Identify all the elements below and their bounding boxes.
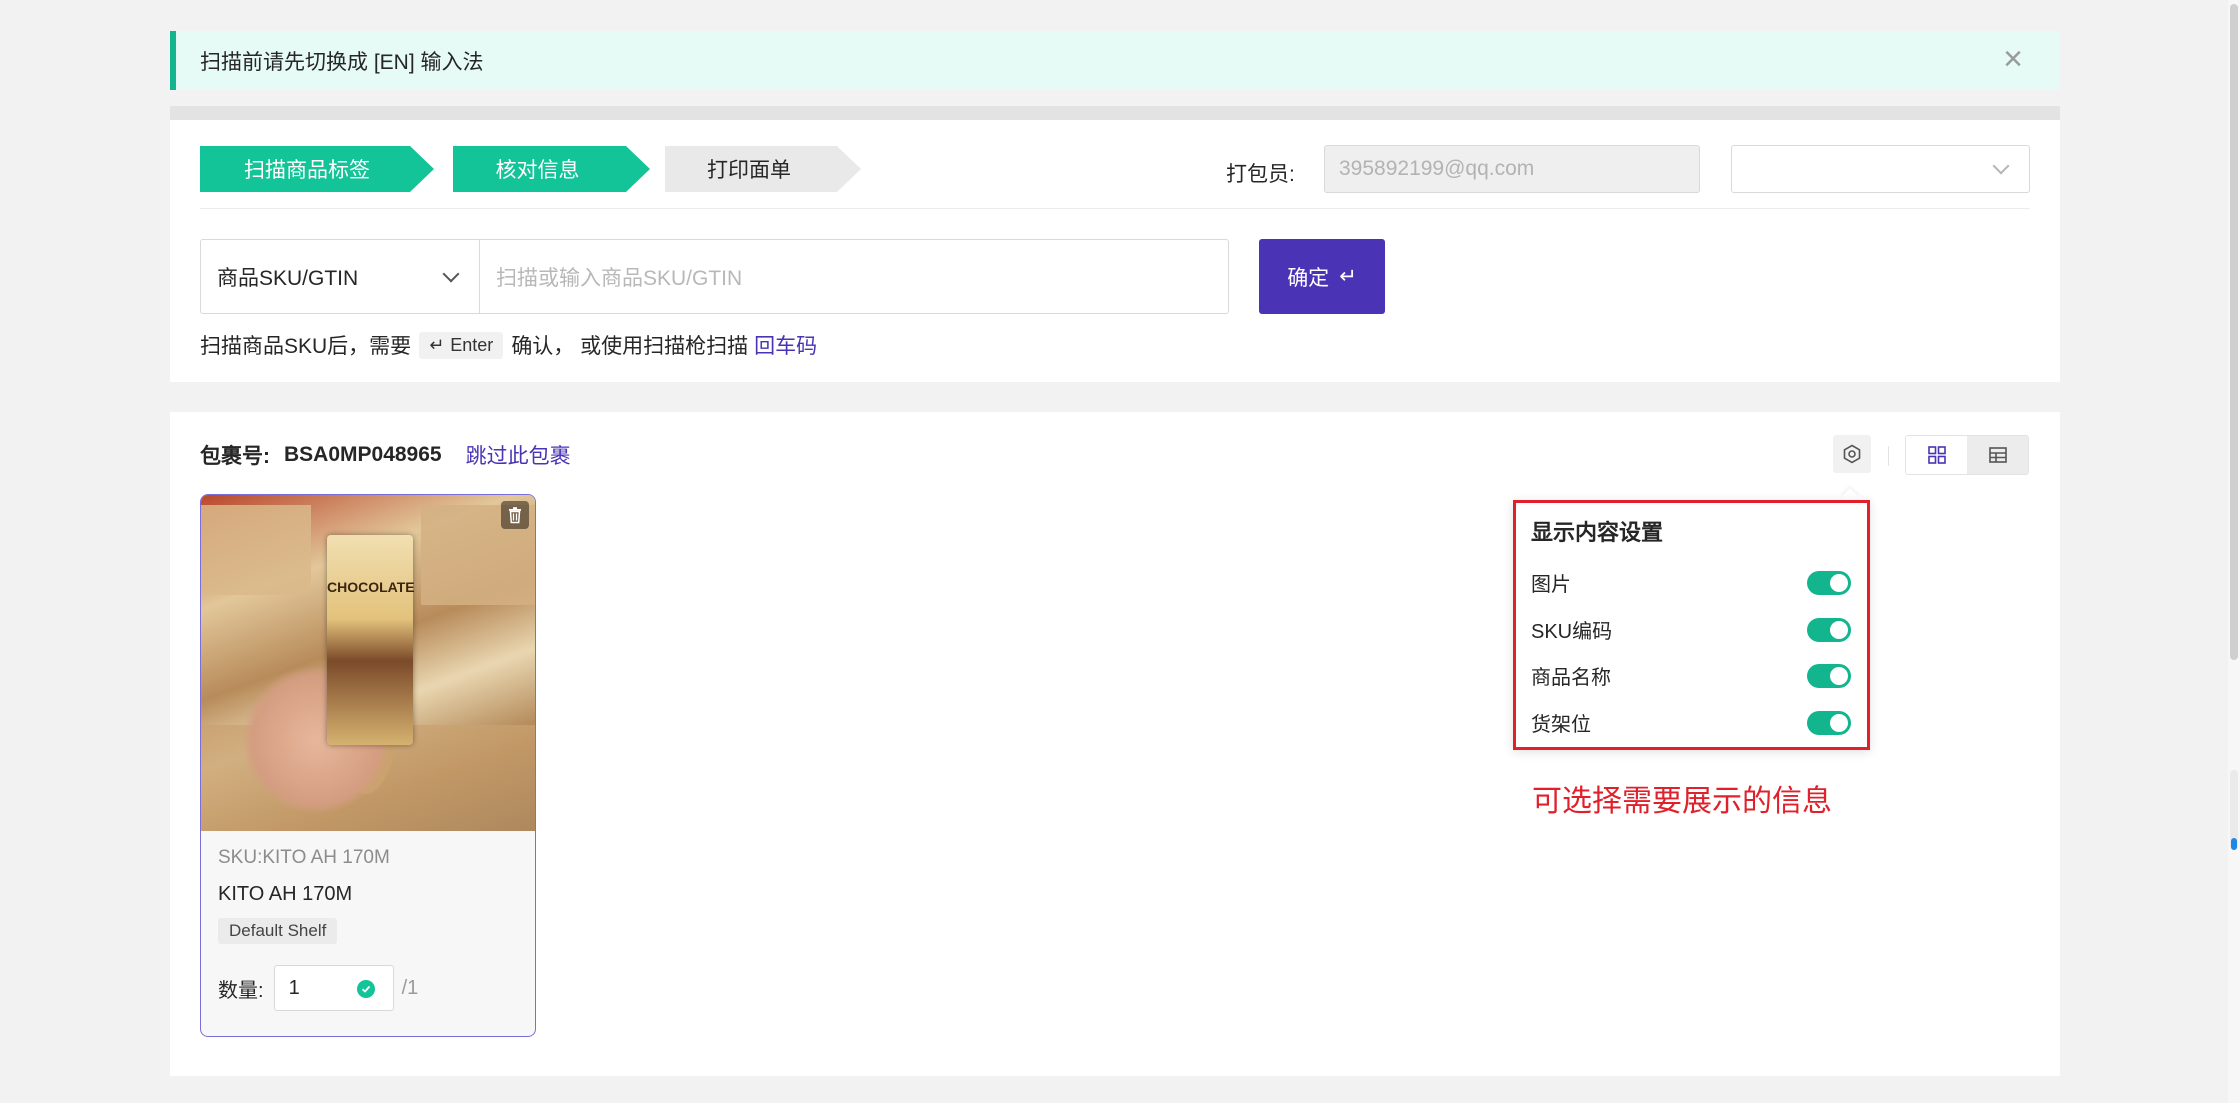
grid-icon — [1927, 446, 1946, 464]
annotation-text: 可选择需要展示的信息 — [1532, 785, 1832, 818]
confirm-button[interactable]: 确定 ↵ — [1259, 239, 1385, 314]
input-method-banner: 扫描前请先切换成 [EN] 输入法 × — [170, 31, 2060, 90]
scan-hint: 扫描商品SKU后，需要 ↵ Enter 确认， 或使用扫描枪扫描 回车码 — [200, 330, 817, 360]
quantity-row: 数量: 1 /1 — [218, 965, 418, 1011]
enter-icon: ↵ — [1339, 265, 1357, 288]
chevron-down-icon — [1992, 157, 2010, 175]
shelf-badge: Default Shelf — [218, 918, 338, 944]
divider-strip — [170, 106, 2060, 120]
chevron-down-icon — [442, 265, 460, 283]
grid-view-button[interactable] — [1906, 436, 1967, 474]
step-scan-label: 扫描商品标签 — [200, 146, 434, 192]
step-print-label: 打印面单 — [665, 146, 861, 192]
product-card[interactable]: CHOCOLATE SKU:KITO AH 170M KITO AH 170M — [200, 494, 536, 1037]
shelf-toggle[interactable] — [1807, 711, 1851, 735]
enter-key-badge: ↵ Enter — [419, 331, 504, 359]
option-image: 图片 — [1531, 567, 1851, 597]
divider — [1888, 446, 1889, 466]
packer-input[interactable]: 395892199@qq.com — [1324, 145, 1700, 193]
product-image-text: CHOCOLATE — [327, 579, 415, 595]
option-name: 商品名称 — [1531, 660, 1851, 690]
sku-input[interactable]: 扫描或输入商品SKU/GTIN — [479, 239, 1229, 314]
banner-text: 扫描前请先切换成 [EN] 输入法 — [200, 50, 484, 74]
step-verify-info: 核对信息 — [453, 146, 650, 192]
option-sku: SKU编码 — [1531, 614, 1851, 644]
delete-button[interactable] — [501, 501, 529, 529]
product-image: CHOCOLATE — [201, 495, 535, 831]
settings-hex-icon — [1843, 444, 1861, 464]
scrollbar-thumb[interactable] — [2230, 4, 2238, 660]
product-sku: SKU:KITO AH 170M — [218, 847, 390, 868]
scroll-indicator — [2231, 838, 2237, 850]
view-toggle — [1905, 435, 2029, 475]
packer-label: 打包员: — [1226, 163, 1295, 186]
quantity-total: /1 — [401, 976, 419, 999]
table-icon — [1988, 447, 2007, 463]
package-number: BSA0MP048965 — [284, 443, 442, 466]
display-settings-popover: 显示内容设置 图片 SKU编码 商品名称 货架位 — [1513, 500, 1870, 750]
popover-title: 显示内容设置 — [1531, 520, 1664, 545]
option-shelf: 货架位 — [1531, 707, 1851, 737]
sku-toggle[interactable] — [1807, 618, 1851, 642]
product-info: SKU:KITO AH 170M KITO AH 170M Default Sh… — [218, 847, 390, 944]
scrollbar[interactable] — [2228, 0, 2240, 1103]
trash-icon — [509, 507, 521, 524]
name-toggle[interactable] — [1807, 664, 1851, 688]
package-label: 包裹号: — [200, 445, 270, 468]
quantity-input[interactable]: 1 — [273, 965, 394, 1011]
table-view-button[interactable] — [1967, 436, 2028, 474]
quantity-label: 数量: — [218, 979, 264, 1002]
close-icon[interactable]: × — [1998, 42, 2028, 76]
scan-card: 扫描商品标签 核对信息 打印面单 打包员: 395892199@qq.com 商… — [170, 120, 2060, 382]
skip-package-link[interactable]: 跳过此包裹 — [466, 440, 571, 470]
enter-icon: ↵ — [429, 334, 445, 355]
product-name: KITO AH 170M — [218, 883, 353, 905]
enter-code-link[interactable]: 回车码 — [754, 330, 817, 360]
packer-select[interactable] — [1731, 145, 2030, 193]
image-toggle[interactable] — [1807, 571, 1851, 595]
display-settings-button[interactable] — [1833, 435, 1871, 473]
page: 扫描前请先切换成 [EN] 输入法 × 扫描商品标签 核对信息 打印面单 打包员… — [0, 0, 2240, 1103]
divider — [200, 208, 2030, 209]
package-header: 包裹号: BSA0MP048965 跳过此包裹 — [200, 440, 571, 470]
check-icon — [356, 980, 375, 998]
sku-type-select[interactable]: 商品SKU/GTIN — [200, 239, 480, 314]
